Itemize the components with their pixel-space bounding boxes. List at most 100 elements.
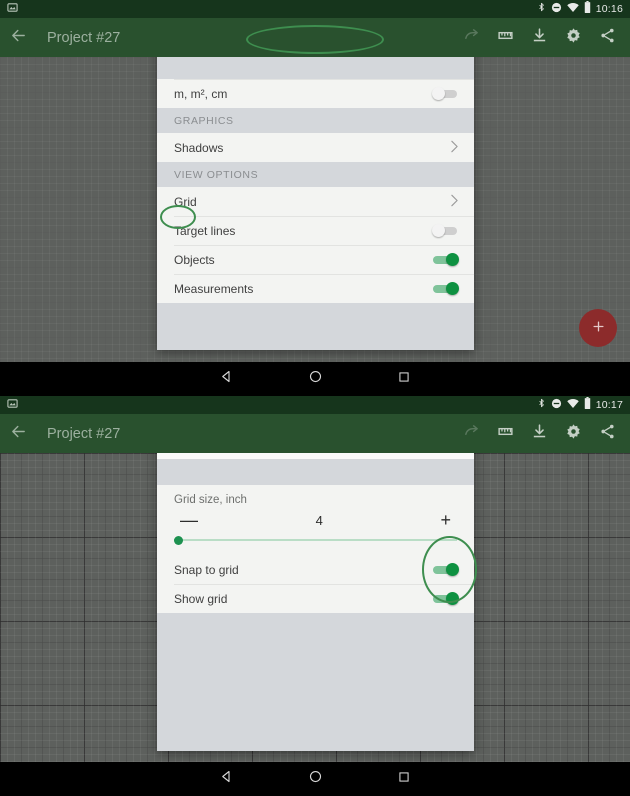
share-icon[interactable] [599, 27, 616, 49]
bluetooth-icon [537, 0, 546, 18]
grid-size-slider[interactable] [174, 535, 457, 545]
screenshot-top: 10:16 Project #27 m, m², cm GRAPHICS Sha… [0, 0, 630, 396]
chevron-right-icon [450, 194, 459, 209]
nav-recents-icon[interactable] [397, 770, 411, 789]
android-nav-bar-top [0, 362, 630, 396]
project-title: Project #27 [47, 425, 121, 442]
app-toolbar: Project #27 [0, 414, 630, 453]
redo-icon[interactable] [463, 423, 480, 445]
row-units-tail [432, 87, 459, 100]
ruler-icon[interactable] [497, 423, 514, 445]
nav-home-icon[interactable] [308, 769, 323, 789]
bluetooth-icon [537, 396, 546, 414]
status-bar: 10:17 [0, 396, 630, 414]
ruler-icon[interactable] [497, 27, 514, 49]
units-toggle[interactable] [432, 87, 459, 100]
grid-size-increment-button[interactable]: + [440, 511, 451, 529]
toggle-knob [432, 87, 445, 100]
screenshot-bottom: 10:17 Project #27 Grid size, inch — 4 + … [0, 396, 630, 796]
screenshot-notification-icon [7, 396, 18, 414]
download-icon[interactable] [531, 423, 548, 445]
row-target-lines[interactable]: Target lines [157, 216, 474, 245]
dialog-body-bottom: Grid size, inch — 4 + Snap to grid Show … [157, 459, 474, 751]
row-measurements-tail [432, 282, 459, 295]
show-grid-toggle[interactable] [432, 592, 459, 605]
dialog-body-top: m, m², cm GRAPHICS Shadows VIEW OPTIONS … [157, 57, 474, 350]
toggle-knob [446, 592, 459, 605]
row-objects-tail [432, 253, 459, 266]
plus-icon [591, 319, 606, 337]
app-toolbar: Project #27 [0, 18, 630, 57]
settings-gear-icon[interactable] [565, 27, 582, 49]
share-icon[interactable] [599, 423, 616, 445]
nav-home-icon[interactable] [308, 369, 323, 389]
slider-track [174, 539, 457, 541]
view-options-group: Grid Target lines Objects Measurements [157, 187, 474, 303]
section-heading-graphics: GRAPHICS [157, 108, 474, 133]
toolbar-actions [463, 27, 620, 49]
row-grid-tail [450, 194, 459, 209]
row-shadows-label: Shadows [174, 140, 224, 155]
project-settings-dialog-top: Project settings CLOSE m, m², cm GRAPHIC… [157, 20, 474, 350]
screenshot-notification-icon [7, 0, 18, 18]
do-not-disturb-icon [551, 0, 562, 18]
settings-gear-icon[interactable] [565, 423, 582, 445]
status-bar-left [7, 396, 18, 414]
chevron-right-icon [450, 140, 459, 155]
toggle-knob [446, 282, 459, 295]
nav-back-icon[interactable] [219, 769, 234, 789]
status-bar-right: 10:16 [537, 0, 623, 18]
graphics-group: Shadows [157, 133, 474, 162]
project-title: Project #27 [47, 29, 121, 46]
grid-size-decrement-button[interactable]: — [180, 511, 198, 529]
grid-toggles-group: Snap to grid Show grid [157, 555, 474, 613]
download-icon[interactable] [531, 27, 548, 49]
row-measurements-label: Measurements [174, 281, 254, 296]
grid-size-stepper: — 4 + [174, 511, 457, 529]
row-measurements[interactable]: Measurements [157, 274, 474, 303]
objects-toggle[interactable] [432, 253, 459, 266]
row-snap-to-grid-label: Snap to grid [174, 562, 239, 577]
row-show-grid[interactable]: Show grid [157, 584, 474, 613]
status-bar-left [7, 0, 18, 18]
row-objects[interactable]: Objects [157, 245, 474, 274]
status-bar: 10:16 [0, 0, 630, 18]
android-nav-bar-bottom [0, 762, 630, 796]
target-lines-toggle[interactable] [432, 224, 459, 237]
snap-to-grid-toggle[interactable] [432, 563, 459, 576]
row-snap-to-grid-tail [432, 563, 459, 576]
row-grid[interactable]: Grid [157, 187, 474, 216]
row-objects-label: Objects [174, 252, 215, 267]
wifi-icon [566, 396, 579, 414]
add-fab-top[interactable] [579, 309, 617, 347]
battery-icon [584, 0, 591, 18]
slider-thumb[interactable] [174, 536, 183, 545]
status-clock: 10:16 [595, 3, 623, 15]
row-units[interactable]: m, m², cm [157, 79, 474, 108]
row-shadows[interactable]: Shadows [157, 133, 474, 162]
toolbar-back-icon[interactable] [10, 27, 27, 49]
battery-icon [584, 396, 591, 414]
dialog-top-spacer [157, 57, 474, 79]
dialog-bottom-spacer [157, 459, 474, 485]
grid-size-value: 4 [315, 512, 323, 528]
do-not-disturb-icon [551, 396, 562, 414]
measurements-toggle[interactable] [432, 282, 459, 295]
grid-size-label: Grid size, inch [174, 494, 247, 506]
project-settings-dialog-bottom: BACK Project settings CLOSE Grid size, i… [157, 422, 474, 751]
row-grid-label: Grid [174, 194, 197, 209]
status-bar-right: 10:17 [537, 396, 623, 414]
nav-back-icon[interactable] [219, 369, 234, 389]
status-clock: 10:17 [595, 399, 623, 411]
row-shadows-tail [450, 140, 459, 155]
section-heading-view-options: VIEW OPTIONS [157, 162, 474, 187]
nav-recents-icon[interactable] [397, 370, 411, 389]
units-group: m, m², cm [157, 79, 474, 108]
row-units-label: m, m², cm [174, 86, 228, 101]
redo-icon[interactable] [463, 27, 480, 49]
toolbar-back-icon[interactable] [10, 423, 27, 445]
row-snap-to-grid[interactable]: Snap to grid [157, 555, 474, 584]
row-target-lines-label: Target lines [174, 223, 236, 238]
toggle-knob [446, 253, 459, 266]
row-show-grid-tail [432, 592, 459, 605]
